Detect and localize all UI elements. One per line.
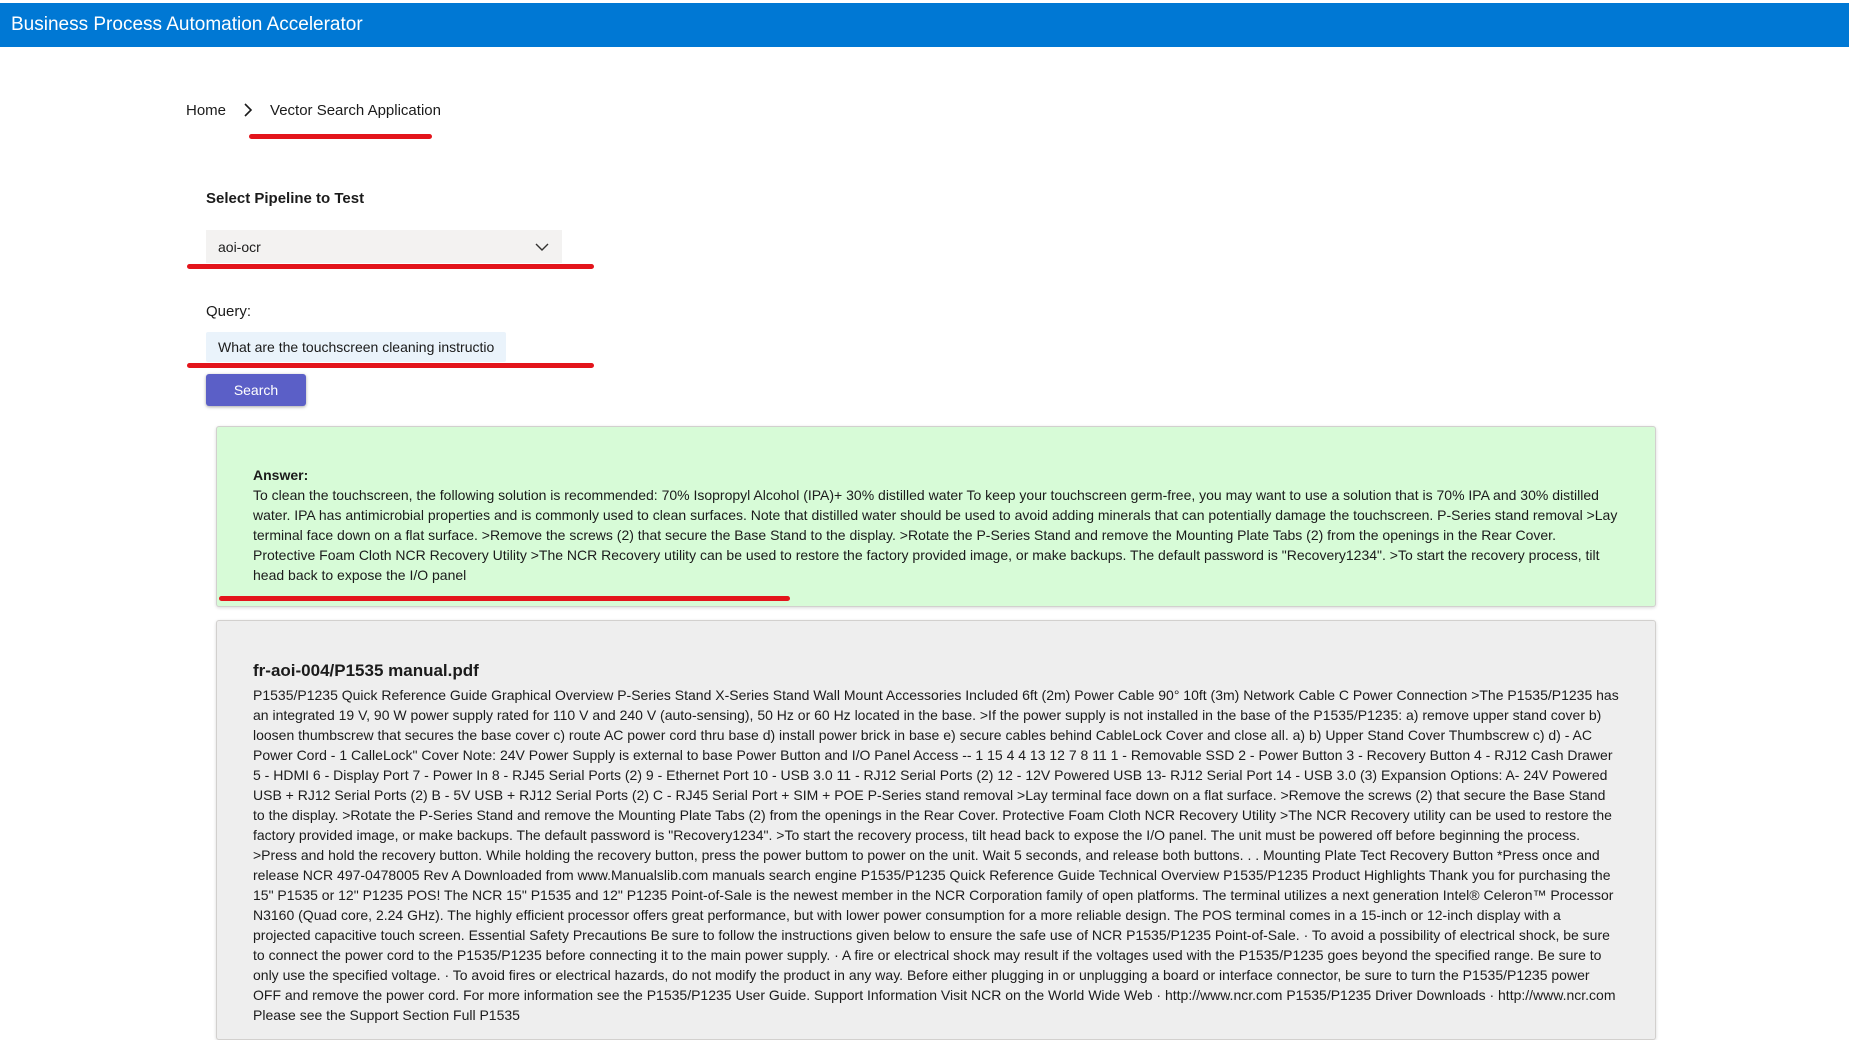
pipeline-label: Select Pipeline to Test	[206, 190, 365, 207]
answer-text: To clean the touchscreen, the following …	[253, 487, 1618, 583]
breadcrumb-home[interactable]: Home	[186, 102, 226, 119]
query-label: Query:	[206, 303, 252, 320]
annotation-underline	[219, 596, 790, 601]
search-button[interactable]: Search	[206, 374, 306, 406]
answer-card: Answer: To clean the touchscreen, the fo…	[216, 426, 1656, 607]
chevron-right-icon	[244, 103, 253, 117]
app-title: Business Process Automation Accelerator	[11, 14, 363, 35]
result-card: fr-aoi-004/P1535 manual.pdf P1535/P1235 …	[216, 620, 1656, 1040]
app-header: Business Process Automation Accelerator	[0, 0, 1849, 47]
pipeline-selected-value: aoi-ocr	[218, 238, 261, 255]
breadcrumb-current: Vector Search Application	[270, 101, 441, 119]
annotation-underline	[187, 264, 594, 269]
answer-label: Answer:	[253, 467, 309, 483]
breadcrumb: Home Vector Search Application	[186, 98, 441, 122]
annotation-underline	[187, 363, 594, 368]
pipeline-select[interactable]: aoi-ocr	[206, 230, 562, 263]
result-text: P1535/P1235 Quick Reference Guide Graphi…	[253, 687, 1619, 1023]
chevron-down-icon	[535, 243, 549, 251]
result-title: fr-aoi-004/P1535 manual.pdf	[253, 661, 479, 680]
annotation-underline	[249, 134, 432, 139]
query-input[interactable]	[206, 332, 506, 362]
